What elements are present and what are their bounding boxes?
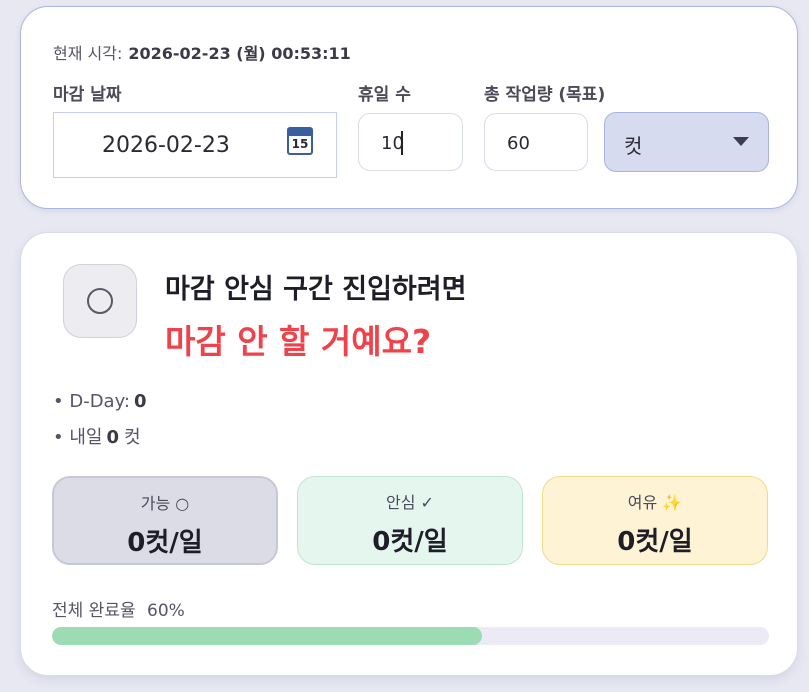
rate-card-label: 안심 ✓ <box>386 493 434 512</box>
text-caret <box>401 131 403 155</box>
dday-label: • D-Day: <box>53 391 130 412</box>
tomorrow-value: 0 <box>106 427 119 448</box>
unit-select[interactable]: 컷 <box>604 112 769 172</box>
rate-card-safe: 안심 ✓ 0컷/일 <box>297 476 523 565</box>
tomorrow-label: • 내일 <box>53 427 103 448</box>
status-headline: 마감 안심 구간 진입하려면 <box>165 274 467 305</box>
calendar-icon[interactable]: 15 <box>287 127 313 155</box>
rate-card-value: 0컷/일 <box>617 527 693 557</box>
progress-bar-fill <box>52 627 483 645</box>
deadline-date-value: 2026-02-23 <box>102 133 230 158</box>
chevron-down-icon <box>733 137 749 146</box>
rate-card-value: 0컷/일 <box>127 528 203 558</box>
deadline-date-input[interactable]: 2026-02-23 15 <box>53 112 337 178</box>
unit-select-value: 컷 <box>624 134 643 158</box>
dday-line: • D-Day: 0 <box>53 391 147 412</box>
status-panel: 마감 안심 구간 진입하려면 마감 안 할 거예요? • D-Day: 0 • 내… <box>20 232 798 676</box>
current-time: 현재 시각: 2026-02-23 (월) 00:53:11 <box>53 40 351 64</box>
current-time-value: 2026-02-23 (월) 00:53:11 <box>128 44 351 63</box>
total-workload-input[interactable]: 60 <box>484 113 588 171</box>
dday-value: 0 <box>134 391 147 412</box>
progress-label: 전체 완료율 60% <box>52 596 185 621</box>
rate-card-spare: 여유 ✨ 0컷/일 <box>542 476 768 565</box>
rate-card-label: 여유 ✨ <box>627 493 683 512</box>
total-workload-value: 60 <box>507 133 530 154</box>
progress-bar <box>52 627 769 645</box>
progress-percent-text: 60% <box>147 601 185 621</box>
input-panel: 현재 시각: 2026-02-23 (월) 00:53:11 마감 날짜 휴일 수… <box>20 6 798 209</box>
status-subhead: 마감 안 할 거예요? <box>165 322 432 361</box>
tomorrow-line: • 내일 0 컷 <box>53 423 141 449</box>
holidays-input[interactable]: 10 <box>358 113 463 171</box>
progress-label-text: 전체 완료율 <box>52 601 136 621</box>
holidays-label: 휴일 수 <box>358 85 411 105</box>
circle-icon <box>87 288 113 314</box>
rate-card-label: 가능 ○ <box>140 494 190 513</box>
calendar-icon-day: 15 <box>291 137 309 151</box>
total-workload-label: 총 작업량 (목표) <box>484 85 606 105</box>
rate-card-value: 0컷/일 <box>372 527 448 557</box>
rate-card-possible: 가능 ○ 0컷/일 <box>52 476 278 565</box>
current-time-label: 현재 시각: <box>53 44 123 63</box>
status-indicator <box>63 264 137 338</box>
tomorrow-unit: 컷 <box>124 427 141 448</box>
deadline-label: 마감 날짜 <box>53 85 122 105</box>
